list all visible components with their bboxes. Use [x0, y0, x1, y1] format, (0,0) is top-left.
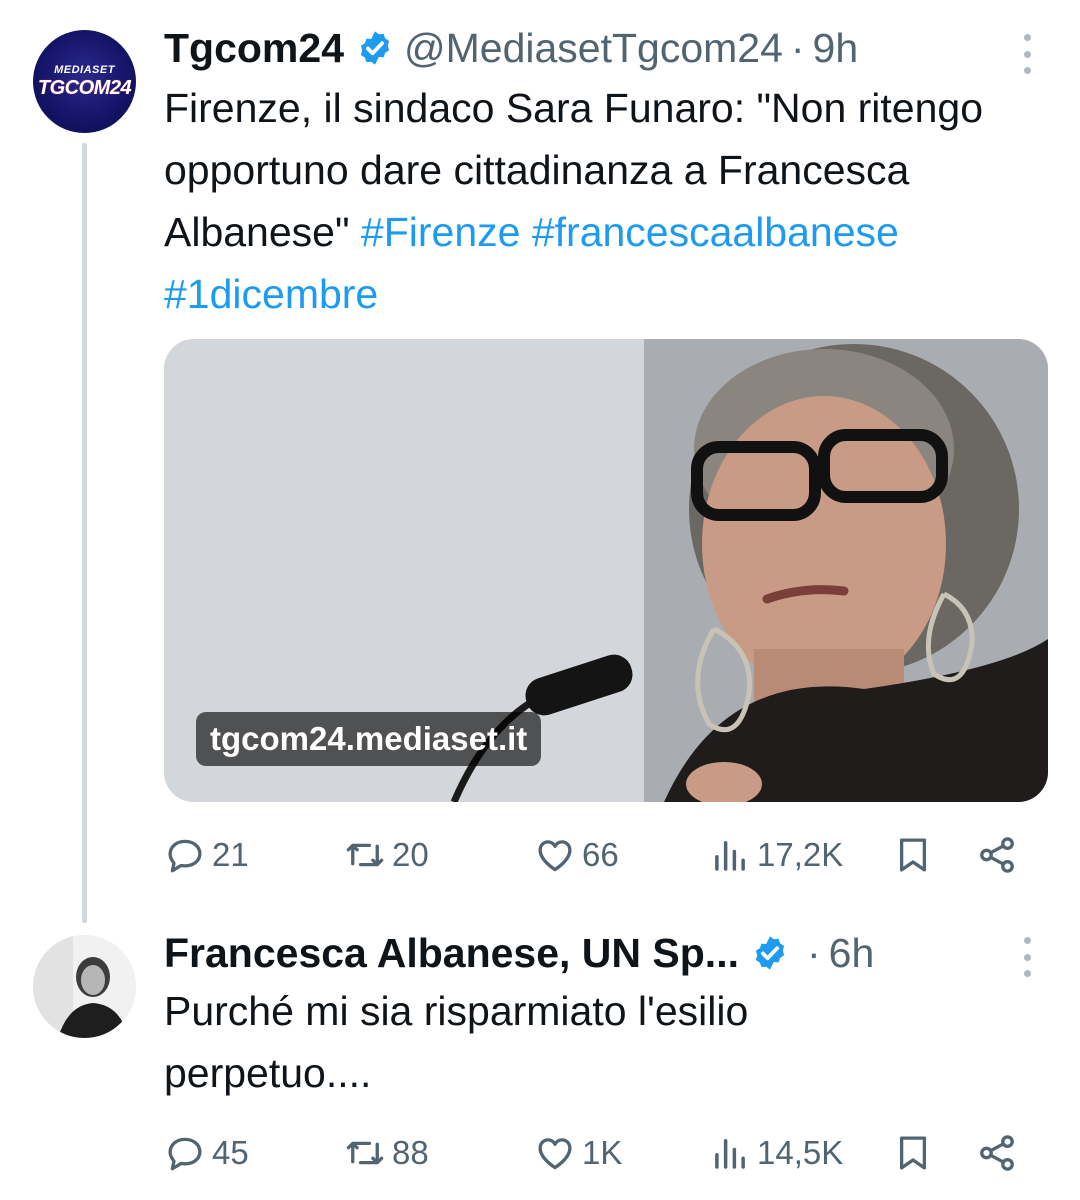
like-icon: [538, 840, 572, 872]
reply-icon: [168, 1137, 202, 1171]
share-button[interactable]: [976, 825, 1018, 885]
verified-badge-icon: [360, 31, 390, 65]
reply-button[interactable]: 21: [164, 825, 249, 885]
bookmark-icon: [899, 1136, 927, 1170]
avatar[interactable]: MEDIASET TGCOM24: [33, 30, 136, 133]
views-count: 14,5K: [757, 1134, 844, 1171]
avatar-brand-top: MEDIASET: [54, 63, 115, 76]
avatar-brand-bottom: TGCOM24: [37, 76, 132, 99]
bookmark-icon: [899, 838, 927, 872]
repost-icon: [346, 1141, 384, 1165]
reply-count: 45: [212, 1134, 249, 1171]
views-count: 17,2K: [757, 836, 844, 873]
repost-button[interactable]: 88: [344, 1123, 429, 1183]
tweet-header: Tgcom24 @MediasetTgcom24 · 9h: [164, 18, 858, 78]
tweet-header: Francesca Albanese, UN Sp... · 6h: [164, 923, 874, 983]
link-card-image[interactable]: tgcom24.mediaset.it: [164, 339, 1048, 802]
views-icon: [715, 1139, 745, 1169]
reply-button[interactable]: 45: [164, 1123, 249, 1183]
repost-count: 20: [392, 836, 429, 873]
author-name[interactable]: Tgcom24: [164, 25, 344, 72]
share-icon: [980, 837, 1014, 873]
link-domain-label[interactable]: tgcom24.mediaset.it: [196, 712, 542, 766]
bookmark-button[interactable]: [892, 825, 934, 885]
tweet-actions: 21 20 66 17,2K: [164, 825, 1044, 885]
hashtag-link[interactable]: #Firenze: [361, 209, 521, 255]
share-button[interactable]: [976, 1123, 1018, 1183]
verified-badge-icon: [755, 936, 785, 970]
avatar[interactable]: [33, 935, 136, 1038]
share-icon: [980, 1135, 1014, 1171]
bookmark-button[interactable]: [892, 1123, 934, 1183]
separator-dot: ·: [790, 24, 805, 71]
tweet-text: Purché mi sia risparmiato l'esilio perpe…: [164, 988, 749, 1096]
more-icon[interactable]: [1022, 34, 1032, 74]
repost-icon: [346, 843, 384, 867]
avatar-photo: [33, 935, 136, 1038]
timestamp[interactable]: 9h: [813, 25, 859, 72]
like-icon: [538, 1138, 572, 1170]
reply-icon: [168, 839, 202, 873]
repost-count: 88: [392, 1134, 429, 1171]
tweet-actions: 45 88 1K 14,5K: [164, 1123, 1044, 1183]
more-icon[interactable]: [1022, 937, 1032, 977]
author-handle[interactable]: @MediasetTgcom24: [404, 25, 783, 72]
hashtag-link[interactable]: #1dicembre: [164, 271, 378, 317]
tweet-text: Firenze, il sindaco Sara Funaro: "Non ri…: [164, 77, 1044, 325]
repost-button[interactable]: 20: [344, 825, 429, 885]
separator-dot: ·: [806, 929, 821, 976]
views-icon: [715, 841, 745, 871]
views-button[interactable]: 14,5K: [709, 1123, 843, 1183]
like-button[interactable]: 1K: [534, 1123, 622, 1183]
tweet[interactable]: Francesca Albanese, UN Sp... · 6h Purché…: [0, 905, 1080, 1200]
timestamp[interactable]: 6h: [829, 930, 875, 977]
reply-count: 21: [212, 836, 249, 873]
like-count: 1K: [582, 1134, 623, 1171]
hashtag-link[interactable]: #francescaalbanese: [532, 209, 899, 255]
author-name[interactable]: Francesca Albanese, UN Sp...: [164, 930, 739, 977]
text-space: [520, 209, 531, 255]
views-button[interactable]: 17,2K: [709, 825, 843, 885]
like-button[interactable]: 66: [534, 825, 619, 885]
like-count: 66: [582, 836, 619, 873]
tweet[interactable]: MEDIASET TGCOM24 Tgcom24 @MediasetTgcom2…: [0, 0, 1080, 905]
